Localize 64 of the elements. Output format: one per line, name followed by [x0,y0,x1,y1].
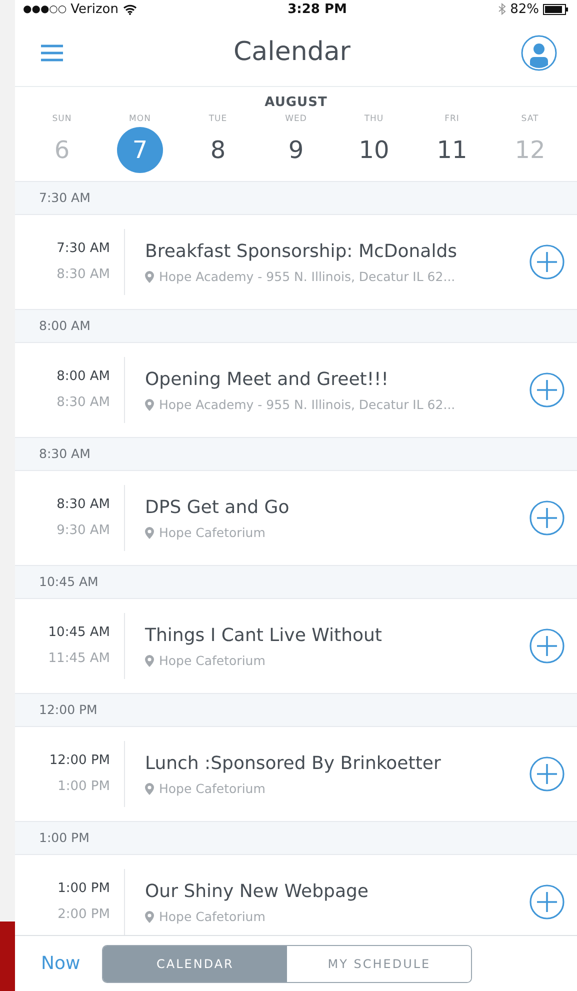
weekday-label: TUE [208,112,228,126]
end-time: 1:00 PM [56,778,110,796]
time-heading: 12:00 PM [15,693,577,728]
event-title[interactable]: Our Shiny New Webpage [145,878,521,905]
time-heading: 1:00 PM [15,821,577,856]
weekday-label: WED [284,112,308,126]
event-title[interactable]: Things I Cant Live Without [145,622,521,649]
map-pin-icon [145,783,154,796]
end-time: 2:00 PM [56,906,110,924]
map-pin-icon [145,655,154,668]
event-title[interactable]: Opening Meet and Greet!!! [145,366,521,393]
weekday-label: FRI [444,112,460,126]
bluetooth-icon [498,3,506,16]
end-time: 11:45 AM [47,650,110,668]
event-location: Hope Cafetorium [159,652,266,670]
event-location: Hope Academy - 955 N. Illinois, Decatur IL 62... [159,396,456,414]
event-title[interactable]: Breakfast Sponsorship: McDonalds [145,238,521,265]
date-button[interactable]: 9 [273,127,319,174]
weekday-label: SAT [520,112,540,126]
screen-title: Calendar [234,36,350,69]
start-time: 7:30 AM [56,240,110,258]
menu-icon[interactable] [41,44,63,62]
add-button[interactable] [529,884,565,920]
battery-percent: 82% [510,0,540,19]
map-pin-icon [145,527,154,540]
end-time: 8:30 AM [56,266,110,284]
add-button[interactable] [529,372,565,408]
event-location: Hope Academy - 955 N. Illinois, Decatur IL 62... [159,268,456,286]
add-button[interactable] [529,628,565,664]
carrier-name: Verizon [70,0,118,19]
time-heading: 8:00 AM [15,309,577,344]
end-time: 9:30 AM [56,522,110,540]
weekday-label: THU [363,112,385,126]
map-pin-icon [145,399,154,412]
clock-time: 3:28 PM [288,0,347,19]
add-button[interactable] [529,756,565,792]
battery-icon [543,4,570,15]
event-location: Hope Cafetorium [159,524,266,542]
time-heading: 10:45 AM [15,565,577,600]
add-button[interactable] [529,500,565,536]
weekday-label: MON [128,112,152,126]
start-time: 1:00 PM [56,880,110,898]
date-button[interactable]: 11 [429,127,475,174]
signal-indicator: ●●●○○ [23,3,67,17]
start-time: 10:45 AM [47,624,110,642]
map-pin-icon [145,911,154,924]
start-time: 8:00 AM [56,368,110,386]
month-label: AUGUST [264,94,328,112]
event-title[interactable]: DPS Get and Go [145,494,521,521]
date-button[interactable]: 10 [351,127,397,174]
event-title[interactable]: Lunch :Sponsored By Brinkoetter [145,750,521,777]
time-heading: 8:30 AM [15,437,577,472]
map-pin-icon [145,271,154,284]
start-time: 12:00 PM [48,752,110,770]
wifi-icon [122,4,136,15]
weekday-label: SUN [51,112,73,126]
add-button[interactable] [529,244,565,280]
end-time: 8:30 AM [56,394,110,412]
event-location: Hope Cafetorium [159,780,266,798]
profile-icon[interactable] [520,34,557,70]
start-time: 8:30 AM [56,496,110,514]
time-heading: 7:30 AM [15,181,577,216]
event-location: Hope Cafetorium [159,908,266,926]
date-button[interactable]: 8 [195,127,241,174]
